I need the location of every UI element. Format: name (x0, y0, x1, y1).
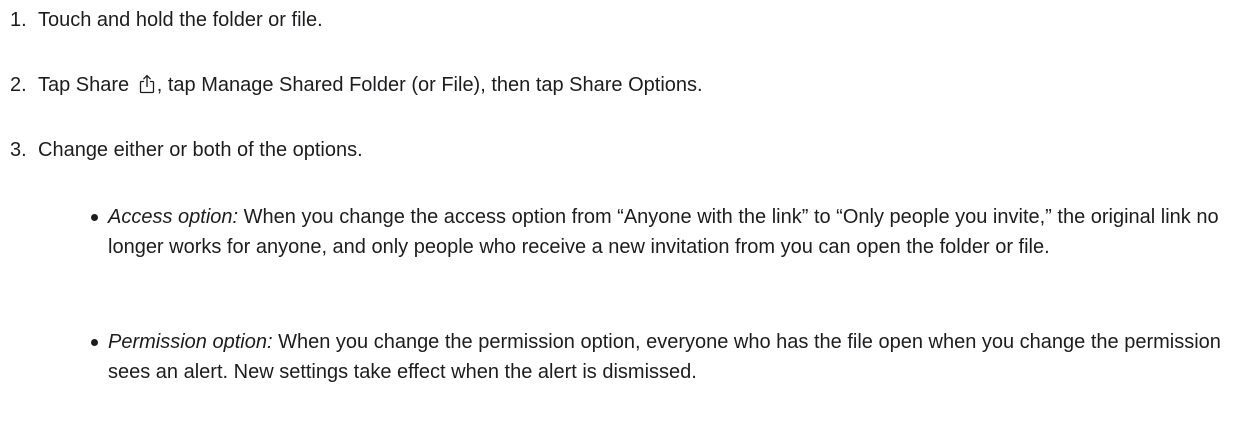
permission-option-item: Permission option: When you change the p… (91, 327, 1228, 387)
step-3: 3. Change either or both of the options. (10, 136, 363, 164)
step-number: 1. (10, 9, 27, 31)
option-label: Access option: (108, 206, 239, 228)
step-2: 2. Tap Share , tap Manage Shared Folder (… (10, 71, 703, 99)
option-text: When you change the permission option, e… (108, 331, 1221, 383)
step-number: 3. (10, 139, 27, 161)
bullet-dot (91, 339, 98, 346)
access-option-item: Access option: When you change the acces… (91, 202, 1228, 262)
step-1: 1. Touch and hold the folder or file. (10, 6, 323, 34)
option-text: When you change the access option from “… (108, 206, 1219, 258)
option-label: Permission option: (108, 331, 273, 353)
step-text: Change either or both of the options. (38, 139, 363, 161)
step-text-after-icon: , tap Manage Shared Folder (or File), th… (156, 74, 703, 96)
step-number: 2. (10, 74, 27, 96)
share-icon (138, 74, 156, 94)
step-text: Touch and hold the folder or file. (38, 9, 323, 31)
bullet-dot (91, 214, 98, 221)
instruction-document: 1. Touch and hold the folder or file. 2. T… (0, 0, 1240, 437)
step-text-before-icon: Tap Share (38, 74, 135, 96)
